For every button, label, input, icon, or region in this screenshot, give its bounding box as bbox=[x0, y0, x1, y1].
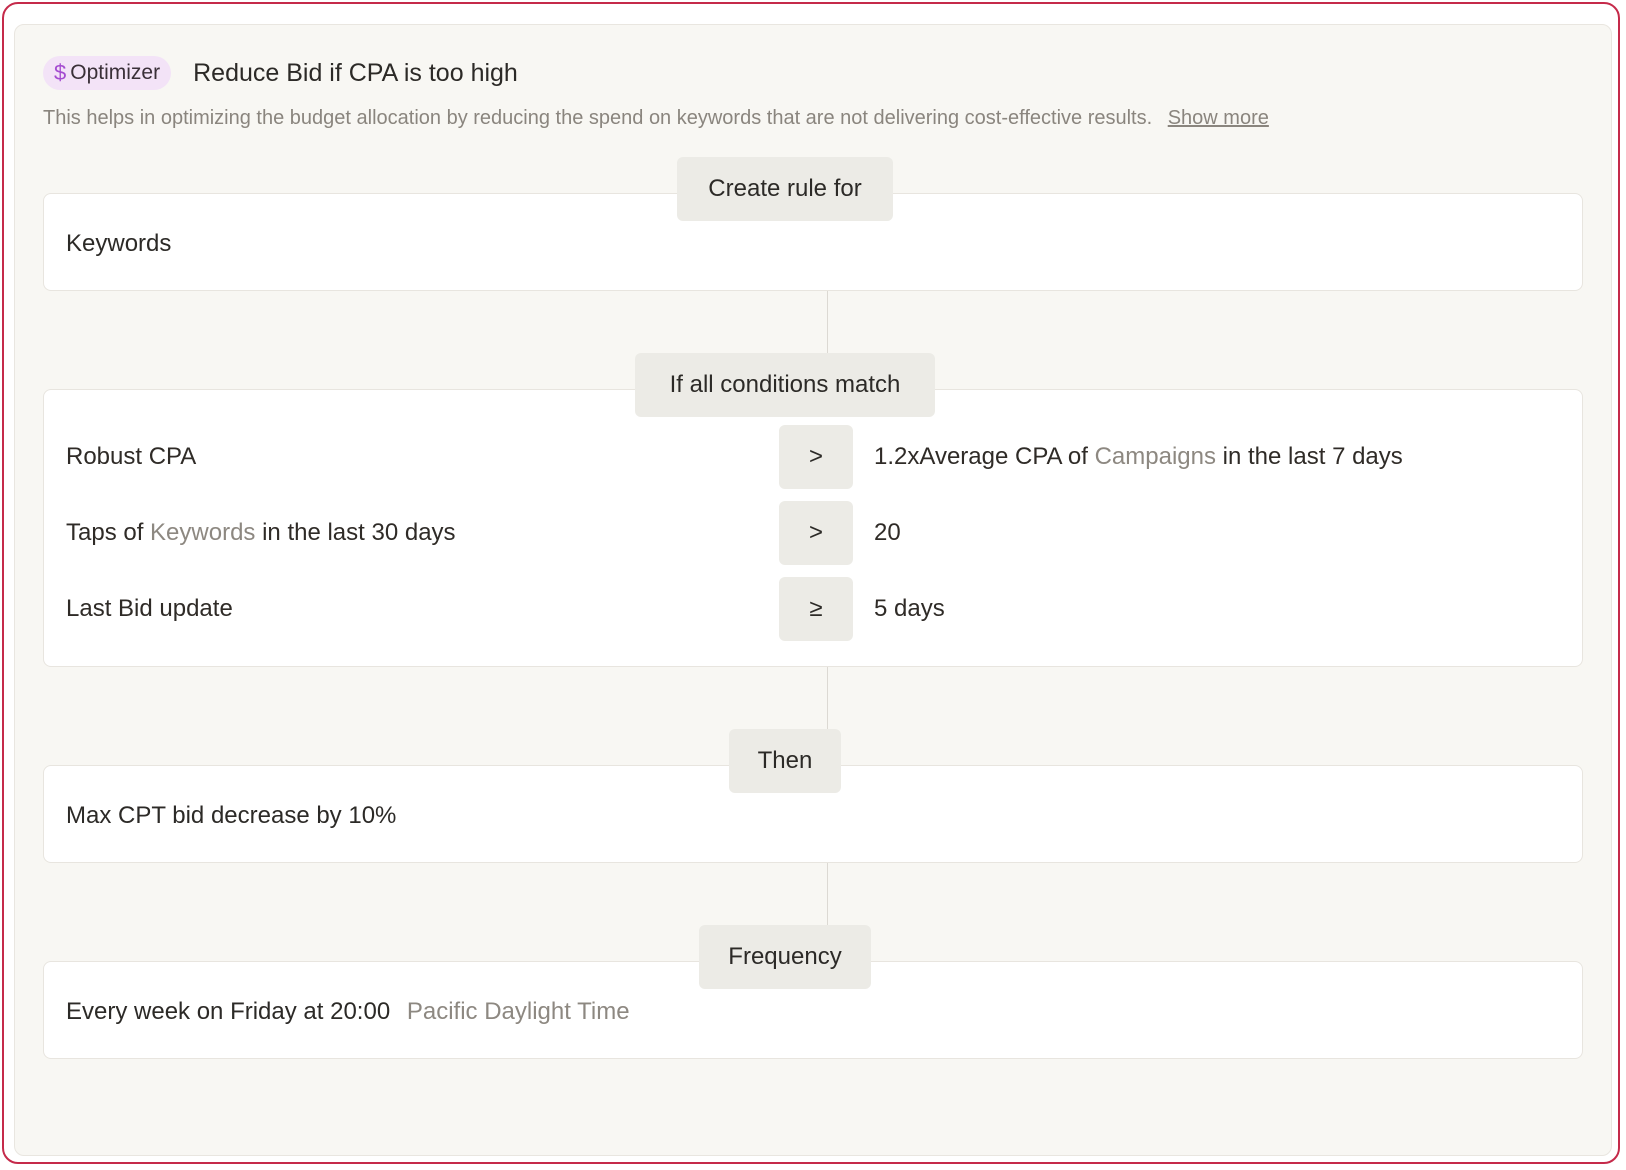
rule-description: This helps in optimizing the budget allo… bbox=[43, 107, 1269, 130]
metric-text-tail: in the last 30 days bbox=[255, 519, 456, 546]
operator-button[interactable]: > bbox=[779, 425, 853, 489]
rule-header: $ Optimizer Reduce Bid if CPA is too hig… bbox=[43, 55, 518, 91]
condition-row: Last Bid update ≥ 5 days bbox=[44, 577, 1582, 641]
frequency-value: Every week on Friday at 20:00 bbox=[66, 998, 391, 1025]
condition-row: Taps of Keywords in the last 30 days > 2… bbox=[44, 501, 1582, 565]
dollar-icon: $ bbox=[54, 60, 67, 85]
then-tag: Then bbox=[729, 729, 841, 793]
description-text: This helps in optimizing the budget allo… bbox=[43, 107, 1153, 129]
conditions-card: Robust CPA > 1.2xAverage CPA of Campaign… bbox=[43, 389, 1583, 667]
create-rule-value: Keywords bbox=[66, 230, 172, 257]
value-text: 20 bbox=[874, 519, 901, 546]
condition-metric[interactable]: Taps of Keywords in the last 30 days bbox=[66, 501, 456, 565]
timezone-label: Pacific Daylight Time bbox=[406, 998, 630, 1025]
then-action: Max CPT bid decrease by 10% bbox=[66, 802, 397, 829]
optimizer-badge: $ Optimizer bbox=[43, 56, 172, 90]
metric-text: Last Bid update bbox=[66, 595, 233, 622]
condition-value[interactable]: 20 bbox=[874, 501, 901, 565]
value-entity: Campaigns bbox=[1094, 443, 1216, 470]
operator-button[interactable]: ≥ bbox=[779, 577, 853, 641]
condition-value[interactable]: 1.2xAverage CPA of Campaigns in the last… bbox=[874, 425, 1403, 489]
value-text: 5 days bbox=[874, 595, 945, 622]
metric-entity: Keywords bbox=[150, 519, 256, 546]
frequency-tag: Frequency bbox=[699, 925, 871, 989]
create-rule-tag: Create rule for bbox=[677, 157, 893, 221]
condition-metric[interactable]: Robust CPA bbox=[66, 425, 196, 489]
metric-text: Taps of bbox=[66, 519, 151, 546]
frequency-schedule: Every week on Friday at 20:00 Pacific Da… bbox=[66, 998, 630, 1026]
condition-row: Robust CPA > 1.2xAverage CPA of Campaign… bbox=[44, 425, 1582, 489]
metric-text: Robust CPA bbox=[66, 443, 197, 470]
operator-button[interactable]: > bbox=[779, 501, 853, 565]
rule-title: Reduce Bid if CPA is too high bbox=[193, 58, 518, 87]
badge-label: Optimizer bbox=[70, 61, 161, 84]
rule-panel: $ Optimizer Reduce Bid if CPA is too hig… bbox=[14, 24, 1612, 1156]
value-text: 1.2xAverage CPA of bbox=[874, 443, 1095, 470]
value-text-tail: in the last 7 days bbox=[1216, 443, 1403, 470]
condition-metric[interactable]: Last Bid update bbox=[66, 577, 233, 641]
show-more-link[interactable]: Show more bbox=[1168, 107, 1269, 129]
condition-value[interactable]: 5 days bbox=[874, 577, 945, 641]
conditions-tag: If all conditions match bbox=[635, 353, 935, 417]
rule-card-frame: $ Optimizer Reduce Bid if CPA is too hig… bbox=[2, 2, 1620, 1164]
